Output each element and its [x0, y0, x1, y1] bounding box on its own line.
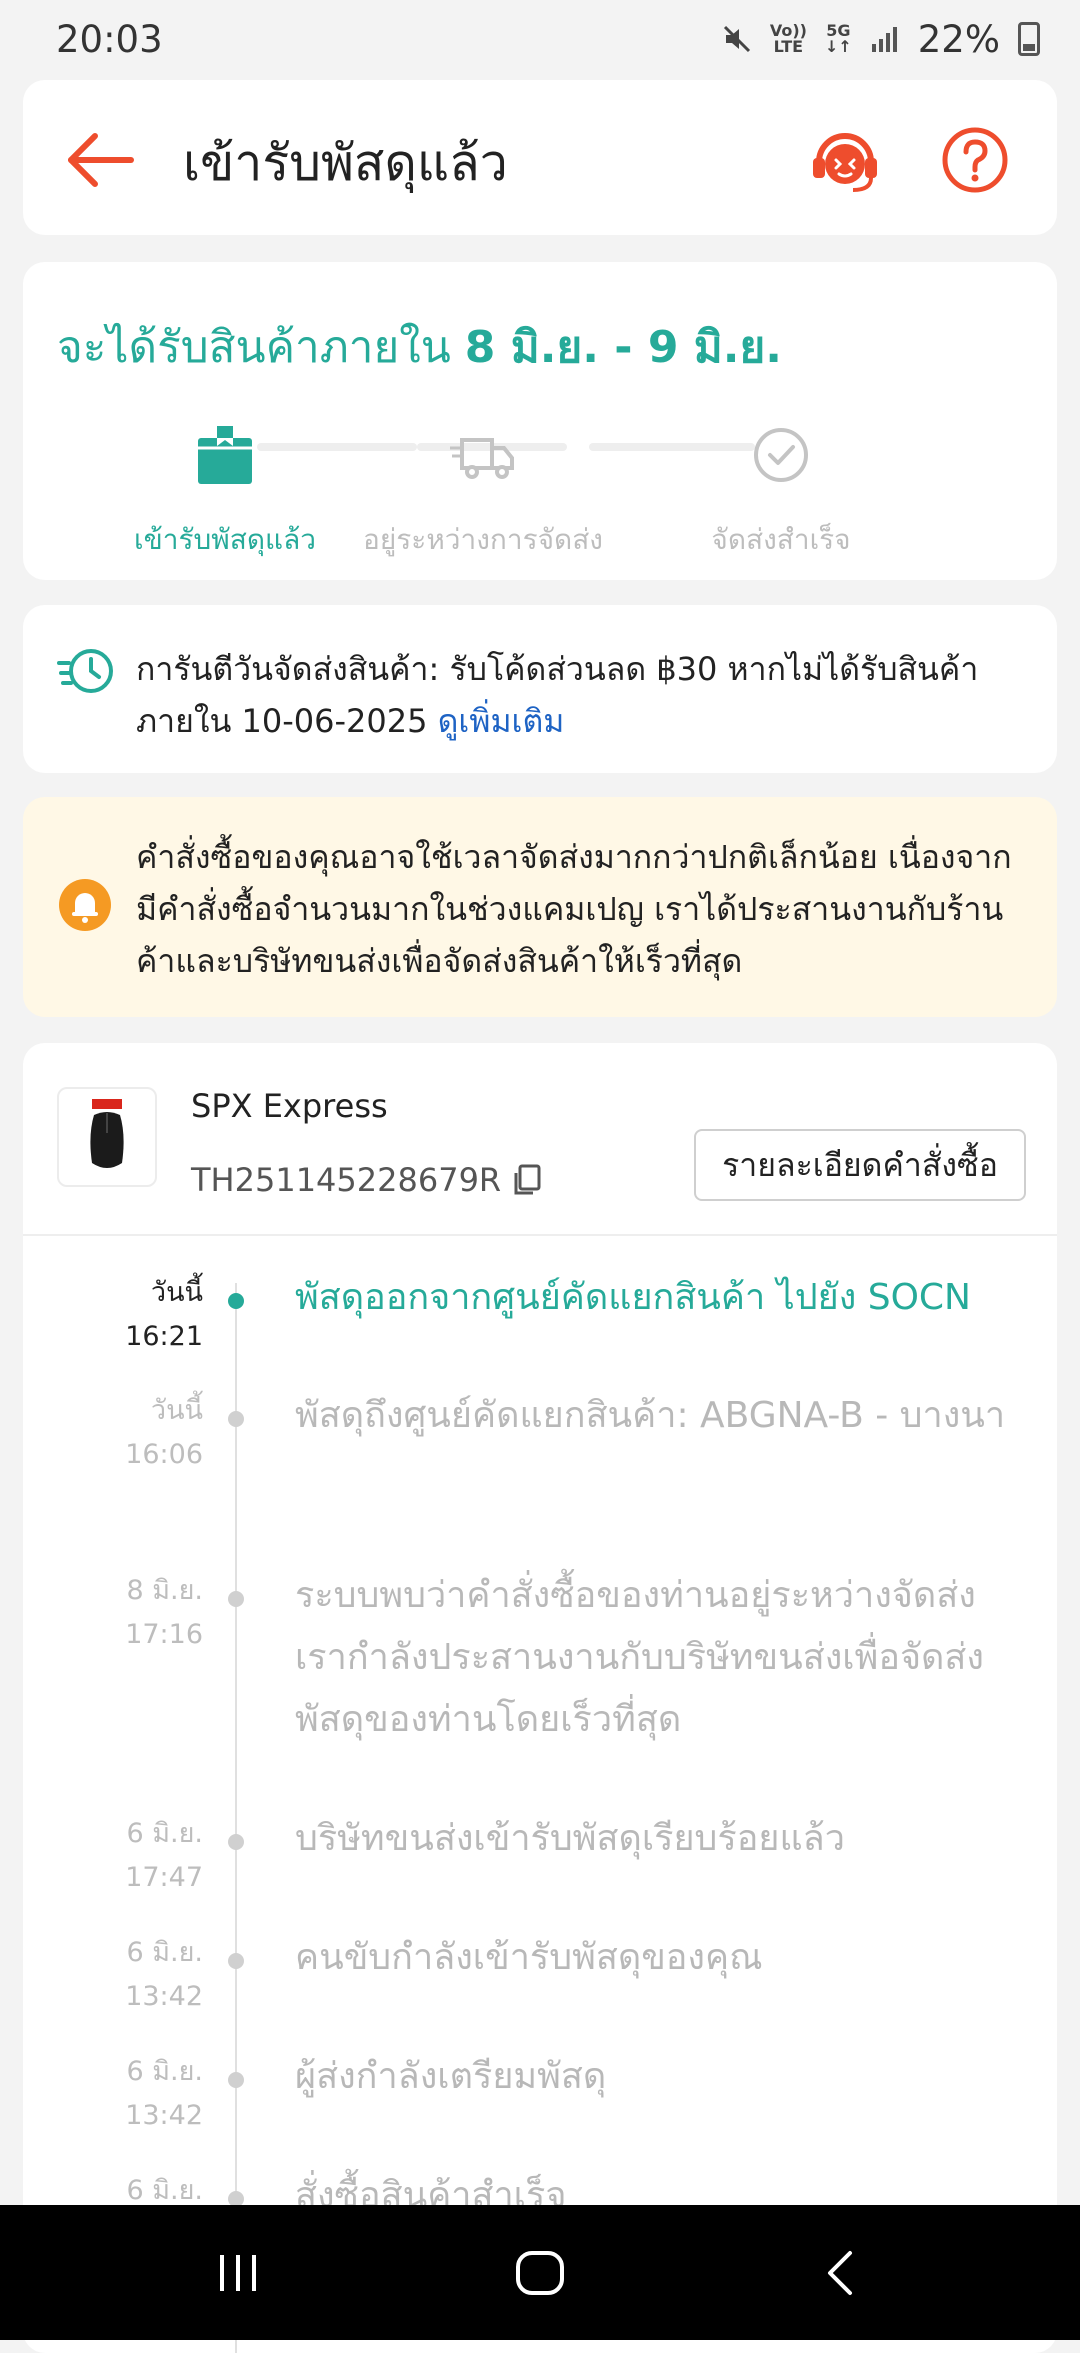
back-nav-icon[interactable] — [812, 2243, 872, 2303]
package-icon — [198, 426, 252, 484]
clock-fast-icon — [57, 649, 113, 693]
delay-notice-text: คำสั่งซื้อของคุณอาจใช้เวลาจัดส่งมากกว่าป… — [136, 838, 1012, 980]
event-date: 6 มิ.ย. 17:47 — [43, 1812, 203, 1900]
battery-icon — [1018, 22, 1040, 56]
event-time: 13:42 — [125, 1981, 203, 2012]
delivery-eta: จะได้รับสินค้าภายใน 8 มิ.ย. - 9 มิ.ย. — [57, 312, 782, 382]
system-navigation-bar — [0, 2205, 1080, 2340]
delay-notice-card: คำสั่งซื้อของคุณอาจใช้เวลาจัดส่งมากกว่าป… — [23, 797, 1057, 1017]
volte-icon: Vo)) LTE — [770, 23, 807, 55]
customer-support-icon[interactable] — [805, 120, 885, 200]
header: เข้ารับพัสดุแล้ว — [23, 80, 1057, 235]
step-in-transit: อยู่ระหว่างการจัดส่ง — [353, 420, 613, 562]
tracking-card: SPX Express TH251145228679R รายละเอียดคำ… — [23, 1043, 1057, 2353]
event-text: พัสดุออกจากศูนย์คัดแยกสินค้า ไปยัง SOCN — [295, 1277, 971, 1318]
see-more-link[interactable]: ดูเพิ่มเติม — [438, 702, 565, 740]
status-bar: 20:03 Vo)) LTE 5G ↓↑ 22% — [0, 0, 1080, 78]
delivery-guarantee-card[interactable]: การันตีวันจัดส่งสินค้า: รับโค้ดส่วนลด ฿3… — [23, 605, 1057, 773]
event-text: ผู้ส่งกำลังเตรียมพัสดุ — [295, 2056, 607, 2097]
event-day: 6 มิ.ย. — [126, 1818, 203, 1849]
event-dot — [228, 1293, 244, 1309]
step-picked-up: เข้ารับพัสดุแล้ว — [95, 420, 355, 562]
eta-dates: 8 มิ.ย. - 9 มิ.ย. — [464, 322, 782, 373]
copy-icon[interactable] — [511, 1163, 543, 1197]
step-delivered: จัดส่งสำเร็จ — [651, 420, 911, 562]
event-text: บริษัทขนส่งเข้ารับพัสดุเรียบร้อยแล้ว — [295, 1818, 845, 1859]
divider — [23, 1234, 1057, 1236]
event-time: 13:42 — [125, 2100, 203, 2131]
event-time: 16:06 — [125, 1439, 203, 1470]
tracking-number-row: TH251145228679R — [191, 1161, 543, 1199]
event-dot — [228, 1411, 244, 1427]
event-day: วันนี้ — [150, 1277, 203, 1308]
arrow-left-icon[interactable] — [61, 120, 141, 200]
recent-apps-icon[interactable] — [208, 2243, 268, 2303]
bell-icon — [59, 879, 111, 931]
5g-label: 5G — [826, 21, 851, 40]
event-day: 6 มิ.ย. — [126, 2175, 203, 2206]
event-dot — [228, 1591, 244, 1607]
delivery-estimate-card: จะได้รับสินค้าภายใน 8 มิ.ย. - 9 มิ.ย. เข… — [23, 262, 1057, 580]
event-dot — [228, 1953, 244, 1969]
event-dot — [228, 1834, 244, 1850]
event-dot — [228, 2072, 244, 2088]
event-time: 16:21 — [125, 1321, 203, 1352]
event-day: 8 มิ.ย. — [126, 1575, 203, 1606]
order-details-button[interactable]: รายละเอียดคำสั่งซื้อ — [694, 1129, 1026, 1201]
event-date: วันนี้ 16:21 — [43, 1271, 203, 1359]
status-icons: Vo)) LTE 5G ↓↑ 22% — [722, 18, 1040, 61]
event-text: ระบบพบว่าคำสั่งซื้อของท่านอยู่ระหว่างจัด… — [295, 1575, 984, 1740]
event-text: พัสดุถึงศูนย์คัดแยกสินค้า: ABGNA-B - บาง… — [295, 1395, 1006, 1436]
event-date: 8 มิ.ย. 17:16 — [43, 1569, 203, 1657]
event-date: 6 มิ.ย. 13:42 — [43, 2050, 203, 2138]
step-label-in-transit: อยู่ระหว่างการจัดส่ง — [363, 523, 603, 556]
step-label-delivered: จัดส่งสำเร็จ — [711, 523, 851, 556]
event-day: วันนี้ — [150, 1395, 203, 1426]
carrier-name: SPX Express — [191, 1087, 388, 1125]
event-time: 17:16 — [125, 1619, 203, 1650]
home-icon[interactable] — [510, 2243, 570, 2303]
product-thumbnail[interactable] — [57, 1087, 157, 1187]
event-day: 6 มิ.ย. — [126, 2056, 203, 2087]
event-time: 17:47 — [125, 1862, 203, 1893]
mute-icon — [723, 25, 750, 53]
eta-prefix: จะได้รับสินค้าภายใน — [57, 322, 465, 373]
step-label-picked-up: เข้ารับพัสดุแล้ว — [134, 523, 316, 556]
battery-percent: 22% — [917, 17, 1000, 61]
volte-label-bottom: LTE — [773, 37, 804, 56]
5g-icon: 5G ↓↑ — [824, 21, 852, 56]
event-text: คนขับกำลังเข้ารับพัสดุของคุณ — [295, 1937, 763, 1978]
check-circle-icon — [754, 428, 808, 482]
question-circle-icon[interactable] — [935, 120, 1015, 200]
event-date: 6 มิ.ย. 13:42 — [43, 1931, 203, 2019]
mouse-product-image — [90, 1099, 124, 1168]
page-title: เข้ารับพัสดุแล้ว — [183, 134, 508, 192]
event-day: 6 มิ.ย. — [126, 1937, 203, 1968]
guarantee-text: การันตีวันจัดส่งสินค้า: รับโค้ดส่วนลด ฿3… — [136, 643, 1016, 747]
truck-icon — [450, 438, 514, 479]
event-date: วันนี้ 16:06 — [43, 1389, 203, 1477]
tracking-number: TH251145228679R — [191, 1161, 502, 1199]
status-time: 20:03 — [56, 17, 163, 61]
signal-icon — [871, 27, 897, 52]
